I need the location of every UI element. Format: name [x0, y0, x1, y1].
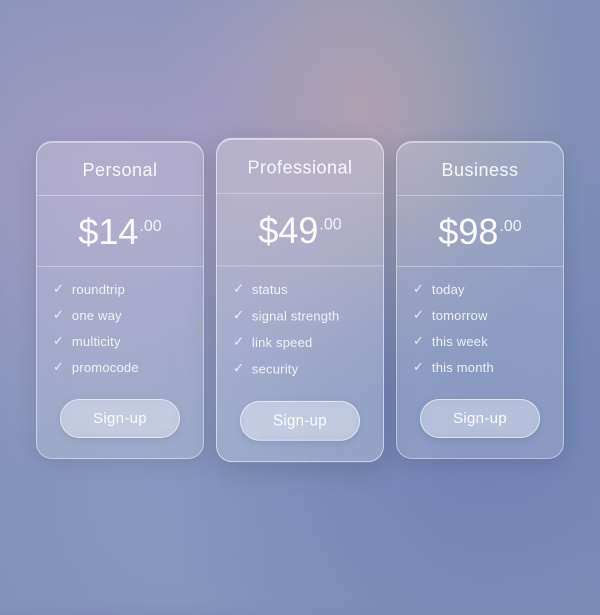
card-personal: Personal $14.00 ✓ roundtrip ✓ one way ✓ multici…: [36, 141, 204, 459]
price-cents-personal: .00: [139, 218, 161, 236]
checkmark-icon: ✓: [413, 359, 424, 375]
feature-label: promocode: [72, 360, 139, 375]
feature-label: security: [252, 361, 298, 376]
pricing-cards-container: Personal$14.00✓roundtrip✓one way✓multici…: [16, 121, 584, 479]
list-item: ✓ one way: [53, 307, 187, 323]
card-features-business: ✓ today ✓ tomorrow ✓ this week ✓ this month: [397, 267, 563, 391]
price-cents-professional: .00: [319, 216, 341, 234]
feature-label: one way: [72, 308, 122, 323]
checkmark-icon: ✓: [53, 281, 64, 297]
feature-label: tomorrow: [432, 308, 488, 323]
signup-button-business[interactable]: Sign-up: [420, 399, 540, 438]
checkmark-icon: ✓: [233, 360, 244, 376]
feature-label: this week: [432, 334, 488, 349]
checkmark-icon: ✓: [413, 333, 424, 349]
list-item: ✓ this week: [413, 333, 547, 349]
card-features-professional: ✓ status ✓ signal strength ✓ link speed ✓ secur…: [217, 266, 383, 392]
checkmark-icon: ✓: [53, 333, 64, 349]
feature-label: status: [252, 281, 288, 296]
checkmark-icon: ✓: [53, 307, 64, 323]
signup-button-personal[interactable]: Sign-up: [60, 399, 180, 438]
checkmark-icon: ✓: [233, 307, 244, 323]
list-item: ✓ tomorrow: [413, 307, 547, 323]
card-price-professional: $49.00: [217, 194, 383, 266]
list-item: ✓ promocode: [53, 359, 187, 375]
card-features-personal: ✓ roundtrip ✓ one way ✓ multicity ✓ promocode: [37, 267, 203, 391]
card-professional: Professional $49.00 ✓ status ✓ signal strengt…: [216, 138, 384, 462]
price-whole-professional: $49: [258, 212, 318, 249]
list-item: ✓ this month: [413, 359, 547, 375]
feature-label: roundtrip: [72, 282, 125, 297]
list-item: ✓ status: [233, 281, 367, 297]
price-whole-business: $98: [438, 214, 498, 250]
feature-label: today: [432, 282, 465, 297]
list-item: ✓ today: [413, 281, 547, 297]
list-item: ✓ multicity: [53, 333, 187, 349]
card-business: Business$98.00✓today✓tomorrow✓this week✓…: [396, 141, 564, 459]
price-whole-personal: $14: [78, 214, 138, 250]
checkmark-icon: ✓: [233, 281, 244, 297]
price-cents-business: .00: [499, 218, 521, 236]
checkmark-icon: ✓: [413, 307, 424, 323]
signup-button-professional[interactable]: Sign-up: [240, 401, 360, 441]
list-item: ✓ link speed: [233, 334, 367, 350]
list-item: ✓ roundtrip: [53, 281, 187, 297]
card-header-personal: Personal: [37, 142, 203, 196]
card-price-personal: $14.00: [37, 196, 203, 267]
card-title-professional: Professional: [217, 157, 383, 178]
feature-label: multicity: [72, 334, 121, 349]
card-title-business: Business: [397, 160, 563, 181]
card-price-business: $98.00: [397, 196, 563, 267]
card-title-personal: Personal: [37, 160, 203, 181]
checkmark-icon: ✓: [53, 359, 64, 375]
card-header-professional: Professional: [217, 139, 383, 194]
card-header-business: Business: [397, 142, 563, 196]
checkmark-icon: ✓: [233, 334, 244, 350]
feature-label: signal strength: [252, 308, 340, 323]
checkmark-icon: ✓: [413, 281, 424, 297]
list-item: ✓ security: [233, 360, 367, 376]
feature-label: this month: [432, 360, 494, 375]
feature-label: link speed: [252, 334, 313, 349]
list-item: ✓ signal strength: [233, 307, 367, 323]
